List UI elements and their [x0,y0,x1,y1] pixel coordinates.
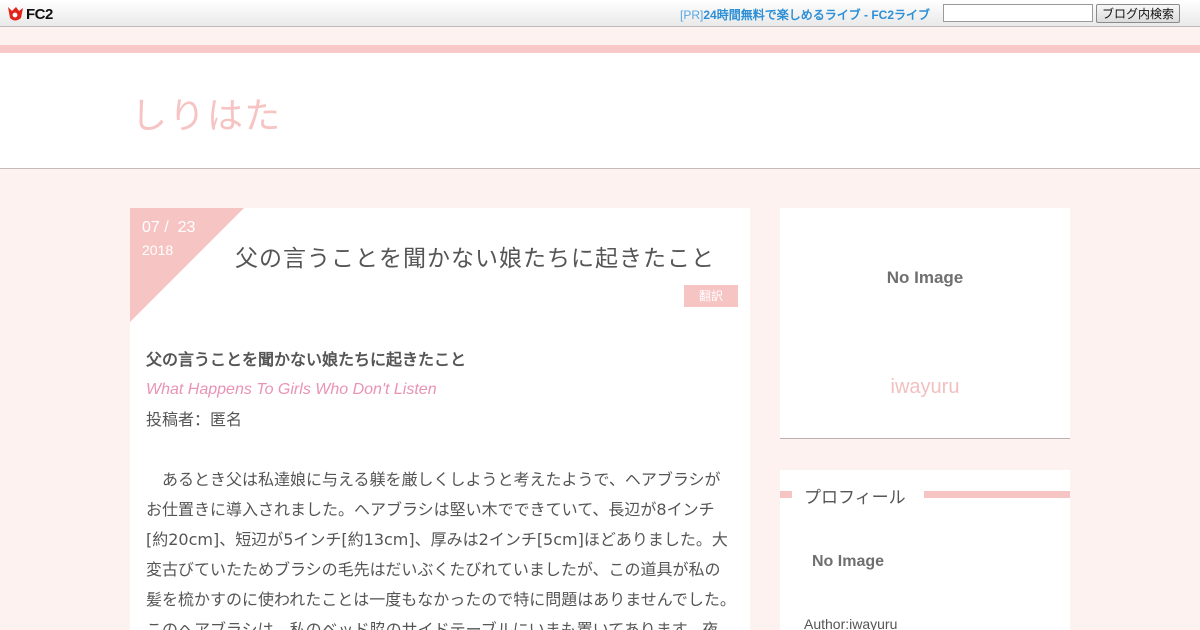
fc2-fox-icon [7,6,24,22]
post-body-paragraph: あるとき父は私達娘に与える躾を厳しくしようと考えたようで、ヘアブラシがお仕置きに… [146,470,736,630]
profile-heading-bar-left [780,491,792,498]
post-body: 父の言うことを聞かない娘たちに起きたこと What Happens To Gir… [146,345,736,630]
post-title[interactable]: 父の言うことを聞かない娘たちに起きたこと [235,239,715,273]
profile-card: プロフィール No Image Author:iwayuru [780,470,1070,630]
blog-search-button[interactable]: ブログ内検索 [1096,4,1180,23]
category-tag[interactable]: 翻訳 [684,285,738,307]
header-accent-bar [0,45,1200,53]
profile-no-image: No Image [812,553,885,570]
fc2-logo-text: FC2 [26,5,53,23]
blog-title[interactable]: しりはた [131,87,282,139]
profile-author-line: Author:iwayuru [804,616,898,630]
post-date-month-day: 07 / 23 [142,219,195,237]
article-card: 07 / 23 2018 父の言うことを聞かない娘たちに起きたこと 翻訳 父の言… [130,208,750,630]
post-date-day: 23 [177,219,196,236]
profile-heading: プロフィール [804,488,906,508]
pr-ad-text: 24時間無料で楽しめるライブ - FC2ライブ [703,8,931,22]
header-stripe [0,27,1200,45]
fc2-logo[interactable]: FC2 [7,5,53,23]
post-date-month: 07 [142,219,160,236]
author-no-image: No Image [886,268,964,287]
sidebar-author-card: No Image iwayuru [780,208,1070,439]
pr-prefix: [PR] [680,8,704,22]
post-body-spacer [146,435,736,465]
profile-heading-bar-right [924,491,1070,498]
blog-search-input[interactable] [943,4,1093,22]
post-body-title: 父の言うことを聞かない娘たちに起きたこと [146,350,467,369]
pr-ad-link[interactable]: [PR]24時間無料で楽しめるライブ - FC2ライブ [680,6,930,23]
post-date-year: 2018 [142,242,174,258]
post-body-en-title: What Happens To Girls Who Don't Listen [146,381,437,398]
fc2-toolbar: FC2 [PR]24時間無料で楽しめるライブ - FC2ライブ ブログ内検索 [0,0,1200,27]
post-date-separator: / [164,219,169,236]
sidebar-author-name[interactable]: iwayuru [780,376,1070,399]
post-body-author: 投稿者：匿名 [146,410,243,429]
blog-header: しりはた [0,53,1200,169]
